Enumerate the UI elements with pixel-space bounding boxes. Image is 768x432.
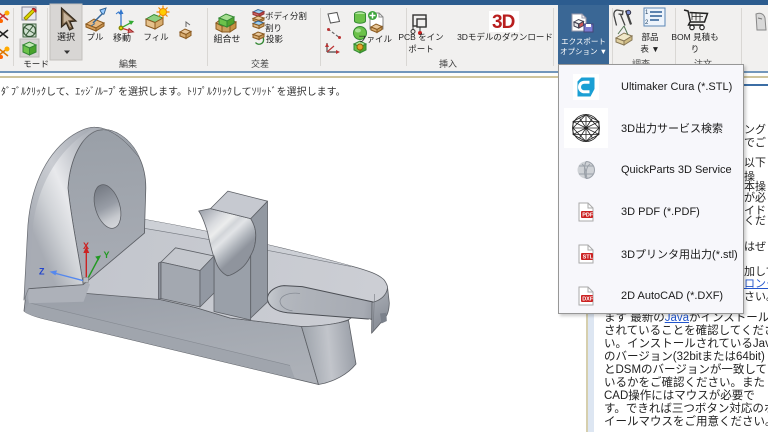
svg-text:3D: 3D xyxy=(492,12,515,33)
svg-text:Z: Z xyxy=(39,267,45,277)
svg-text:STL: STL xyxy=(583,254,594,260)
svg-text:PDF: PDF xyxy=(582,212,594,218)
svg-text:X: X xyxy=(83,241,89,251)
svg-text:Y: Y xyxy=(104,250,110,260)
svg-text:DXF: DXF xyxy=(582,296,594,302)
